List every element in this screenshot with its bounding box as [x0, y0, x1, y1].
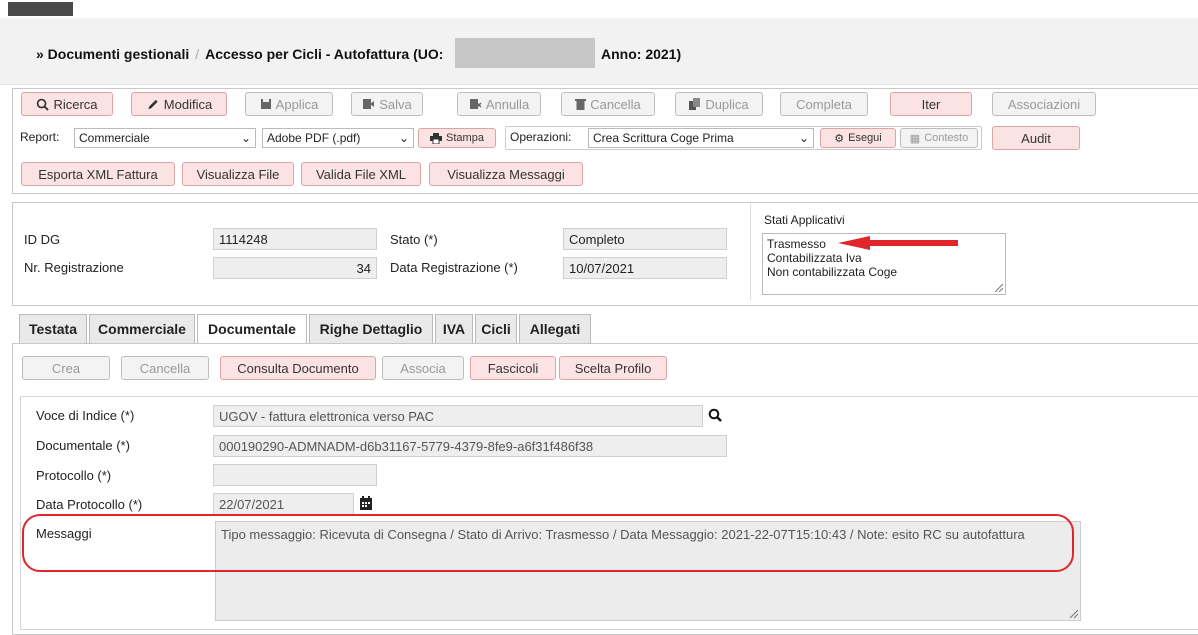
stato-label: Stato (*) — [390, 232, 438, 247]
data-protocollo-field: 22/07/2021 — [213, 493, 354, 515]
iter-button[interactable]: Iter — [890, 92, 972, 116]
format-selected-value: Adobe PDF (.pdf) — [267, 131, 361, 145]
contesto-button[interactable]: ▦ Contesto — [900, 128, 978, 148]
applica-button[interactable]: Applica — [245, 92, 333, 116]
applica-label: Applica — [275, 96, 319, 112]
esegui-label: Esegui — [848, 132, 882, 144]
calendar-icon[interactable] — [360, 496, 372, 510]
stato-item: Contabilizzata Iva — [767, 251, 862, 265]
contesto-label: Contesto — [924, 132, 969, 144]
stati-applicativi-title: Stati Applicativi — [764, 213, 845, 227]
summary-divider — [750, 204, 751, 300]
operazioni-selected-value: Crea Scrittura Coge Prima — [593, 131, 734, 145]
voce-indice-field: UGOV - fattura elettronica verso PAC — [213, 405, 703, 427]
duplica-button[interactable]: Duplica — [675, 92, 763, 116]
crea-button[interactable]: Crea — [22, 356, 110, 380]
save-disk-icon — [260, 99, 271, 109]
scelta-profilo-button[interactable]: Scelta Profilo — [559, 356, 667, 380]
resize-grip-icon[interactable] — [993, 282, 1003, 292]
save-exit-icon — [363, 99, 375, 109]
id-dg-label: ID DG — [24, 232, 61, 247]
red-highlight-annotation — [22, 514, 1074, 572]
tab-cicli[interactable]: Cicli — [475, 314, 517, 344]
nr-registrazione-label: Nr. Registrazione — [24, 260, 124, 275]
undo-icon — [469, 99, 482, 109]
copy-icon — [689, 98, 701, 110]
fascicoli-button[interactable]: Fascicoli — [470, 356, 556, 380]
salva-label: Salva — [379, 96, 412, 112]
associa-button[interactable]: Associa — [382, 356, 464, 380]
modifica-label: Modifica — [163, 96, 213, 112]
chevron-down-icon: ⌄ — [398, 131, 409, 145]
protocollo-field — [213, 464, 377, 486]
documentale-label: Documentale (*) — [36, 438, 130, 453]
format-select[interactable]: Adobe PDF (.pdf) ⌄ — [262, 128, 414, 148]
breadcrumb-separator: / — [195, 46, 200, 62]
context-grid-icon: ▦ — [909, 132, 921, 145]
tab-righe-dettaglio[interactable]: Righe Dettaglio — [309, 314, 433, 344]
modifica-button[interactable]: Modifica — [131, 92, 227, 116]
data-registrazione-value: 10/07/2021 — [563, 257, 727, 279]
redacted-uo — [455, 38, 595, 68]
completa-button[interactable]: Completa — [780, 92, 868, 116]
documentale-field: 000190290-ADMNADM-d6b31167-5779-4379-8fe… — [213, 435, 727, 457]
duplica-label: Duplica — [705, 96, 749, 112]
top-strip — [0, 0, 1198, 18]
annulla-label: Annulla — [485, 96, 530, 112]
stampa-button[interactable]: Stampa — [418, 128, 496, 148]
search-icon[interactable] — [708, 408, 722, 422]
valida-xml-button[interactable]: Valida File XML — [301, 162, 421, 186]
protocollo-label: Protocollo (*) — [36, 468, 112, 483]
tab-allegati[interactable]: Allegati — [519, 314, 591, 344]
data-registrazione-label: Data Registrazione (*) — [390, 260, 518, 275]
ricerca-label: Ricerca — [53, 96, 98, 112]
cancella-button[interactable]: Cancella — [561, 92, 655, 116]
report-selected-value: Commerciale — [79, 131, 150, 145]
app-logo-block — [8, 2, 73, 16]
id-dg-value: 1114248 — [213, 228, 377, 250]
stampa-label: Stampa — [446, 132, 484, 144]
visualizza-messaggi-button[interactable]: Visualizza Messaggi — [429, 162, 583, 186]
nr-registrazione-value: 34 — [213, 257, 377, 279]
pencil-icon — [148, 99, 158, 109]
operazioni-label: Operazioni: — [510, 130, 572, 144]
breadcrumb: » Documenti gestionali / Accesso per Cicli… — [36, 46, 443, 62]
ricerca-button[interactable]: Ricerca — [21, 92, 113, 116]
search-icon — [37, 98, 50, 111]
resize-grip-icon[interactable] — [1068, 608, 1078, 618]
voce-indice-label: Voce di Indice (*) — [36, 408, 135, 423]
visualizza-file-button[interactable]: Visualizza File — [182, 162, 294, 186]
esegui-button[interactable]: ⚙ Esegui — [820, 128, 896, 148]
breadcrumb-root[interactable]: » Documenti gestionali — [36, 46, 189, 62]
breadcrumb-current: Accesso per Cicli - Autofattura (UO: — [205, 46, 444, 62]
stato-value: Completo — [563, 228, 727, 250]
chevron-down-icon: ⌄ — [798, 131, 809, 145]
audit-button[interactable]: Audit — [992, 126, 1080, 150]
summary-panel — [12, 202, 1198, 306]
trash-icon — [575, 99, 587, 110]
salva-button[interactable]: Salva — [351, 92, 423, 116]
associazioni-button[interactable]: Associazioni — [992, 92, 1096, 116]
red-arrow-annotation — [838, 236, 958, 250]
data-protocollo-label: Data Protocollo (*) — [36, 497, 143, 512]
tab-testata[interactable]: Testata — [19, 314, 87, 344]
gear-icon: ⚙ — [834, 132, 845, 145]
consulta-documento-button[interactable]: Consulta Documento — [220, 356, 376, 380]
report-select[interactable]: Commerciale ⌄ — [74, 128, 256, 148]
cancella-doc-button[interactable]: Cancella — [121, 356, 209, 380]
tab-commerciale[interactable]: Commerciale — [89, 314, 195, 344]
tab-documentale[interactable]: Documentale — [197, 314, 307, 344]
esporta-xml-button[interactable]: Esporta XML Fattura — [21, 162, 175, 186]
chevron-down-icon: ⌄ — [240, 131, 251, 145]
printer-icon — [430, 132, 443, 144]
operazioni-select[interactable]: Crea Scrittura Coge Prima ⌄ — [588, 128, 814, 148]
stato-item: Non contabilizzata Coge — [767, 265, 898, 279]
tab-iva[interactable]: IVA — [435, 314, 473, 344]
breadcrumb-anno: Anno: 2021) — [601, 46, 682, 62]
annulla-button[interactable]: Annulla — [457, 92, 541, 116]
cancella-label: Cancella — [590, 96, 641, 112]
report-label: Report: — [20, 130, 60, 144]
